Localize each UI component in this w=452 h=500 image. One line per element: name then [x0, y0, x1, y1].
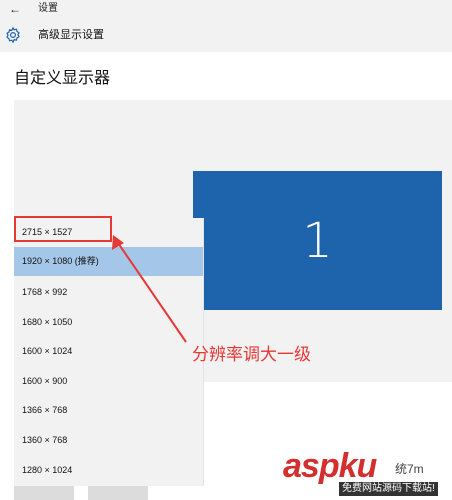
watermark-main-text: aspku: [283, 447, 377, 485]
window-title: 设置: [38, 3, 58, 14]
watermark-sub-text: 免费网站源码下载站!: [339, 482, 438, 496]
header-title: 高级显示设置: [38, 29, 104, 41]
watermark-tail-text: 统7m: [395, 462, 424, 476]
title-bar: ← 设置: [0, 0, 452, 18]
back-button[interactable]: ←: [8, 2, 22, 16]
watermark-logo: aspku 统7m 免费网站源码下载站!: [283, 448, 452, 500]
page-header: 高级显示设置: [0, 18, 452, 52]
resolution-option[interactable]: 1600 × 900: [14, 367, 203, 396]
gear-icon: [6, 26, 20, 44]
resolution-dropdown-list[interactable]: 2715 × 1527 1920 × 1080 (推荐) 1768 × 992 …: [14, 218, 204, 486]
resolution-option[interactable]: 2715 × 1527: [14, 218, 203, 247]
resolution-option-selected[interactable]: 1920 × 1080 (推荐): [14, 247, 203, 276]
resolution-option[interactable]: 1600 × 1024: [14, 337, 203, 366]
annotation-text: 分辨率调大一级: [192, 345, 311, 365]
page-heading: 自定义显示器: [14, 70, 111, 87]
resolution-option[interactable]: 1360 × 768: [14, 426, 203, 455]
cancel-button[interactable]: [88, 486, 148, 500]
monitor-1[interactable]: 1: [193, 171, 442, 310]
resolution-option[interactable]: 1768 × 992: [14, 278, 203, 307]
resolution-option[interactable]: 1366 × 768: [14, 396, 203, 425]
resolution-option[interactable]: 1680 × 1050: [14, 308, 203, 337]
resolution-option[interactable]: 1280 × 1024: [14, 456, 203, 485]
apply-button[interactable]: [14, 486, 74, 500]
